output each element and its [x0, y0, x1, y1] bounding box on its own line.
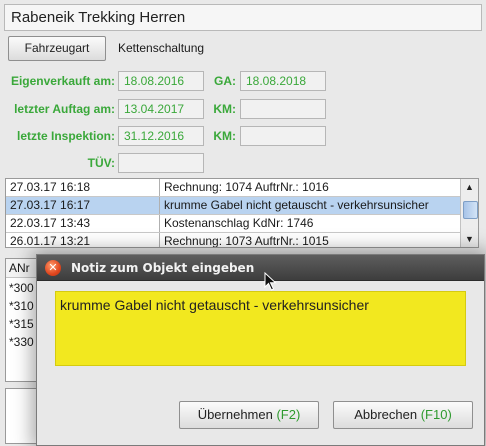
letzter-auftrag-field[interactable]: 13.04.2017 — [118, 99, 204, 119]
list-item-text: Rechnung: 1074 AuftrNr.: 1016 — [159, 179, 329, 196]
tuev-label: TÜV: — [87, 156, 115, 170]
uebernehmen-button[interactable]: Übernehmen (F2) — [179, 401, 319, 429]
note-dialog: ✕ Notiz zum Objekt eingeben krumme Gabel… — [36, 254, 485, 446]
uebernehmen-shortcut: (F2) — [276, 407, 301, 422]
scroll-thumb[interactable] — [463, 201, 478, 219]
table-row[interactable]: *310 — [9, 297, 34, 315]
ga-label: GA: — [214, 74, 236, 88]
uebernehmen-label: Übernehmen — [197, 407, 273, 422]
list-item-date: 27.03.17 16:18 — [10, 180, 91, 194]
letzte-inspektion-label: letzte Inspektion: — [16, 129, 115, 143]
list-item[interactable]: 26.01.17 13:21 Rechnung: 1073 AuftrNr.: … — [6, 233, 460, 248]
note-textarea[interactable]: krumme Gabel nicht getauscht - verkehrsu… — [55, 291, 466, 366]
eigenverkauft-field[interactable]: 18.08.2016 — [118, 71, 204, 91]
title-field[interactable]: Rabeneik Trekking Herren — [4, 4, 482, 31]
abbrechen-button[interactable]: Abbrechen (F10) — [333, 401, 473, 429]
table-row[interactable]: *300 — [9, 279, 34, 297]
tuev-field[interactable] — [118, 153, 204, 173]
list-item[interactable]: 22.03.17 13:43 Kostenanschlag KdNr: 1746 — [6, 215, 460, 232]
eigenverkauft-label: Eigenverkauft am: — [10, 74, 115, 88]
scroll-down-icon[interactable]: ▼ — [462, 232, 477, 246]
dialog-title: Notiz zum Objekt eingeben — [71, 261, 255, 275]
list-item-date: 22.03.17 13:43 — [10, 216, 91, 230]
list-item-date: 26.01.17 13:21 — [10, 234, 91, 248]
letzte-inspektion-field[interactable]: 31.12.2016 — [118, 126, 204, 146]
list-item[interactable]: 27.03.17 16:18 Rechnung: 1074 AuftrNr.: … — [6, 179, 460, 196]
fahrzeugart-value: Kettenschaltung — [118, 41, 205, 55]
table-row[interactable]: *315 — [9, 315, 34, 333]
table-row[interactable]: *330 — [9, 333, 34, 351]
fahrzeugart-button[interactable]: Fahrzeugart — [8, 36, 106, 61]
ga-field[interactable]: 18.08.2018 — [240, 71, 326, 91]
list-item-selected[interactable]: 27.03.17 16:17 krumme Gabel nicht getaus… — [6, 197, 460, 214]
list-item-text: krumme Gabel nicht getauscht - verkehrsu… — [159, 197, 429, 214]
km-field-2[interactable] — [240, 126, 326, 146]
km-field-1[interactable] — [240, 99, 326, 119]
letzter-auftrag-label: letzter Auftag am: — [14, 102, 115, 116]
list-item-date: 27.03.17 16:17 — [10, 198, 91, 212]
km-label-1: KM: — [213, 102, 236, 116]
history-scrollbar[interactable]: ▲ ▼ — [460, 179, 478, 247]
km-label-2: KM: — [213, 129, 236, 143]
list-item-text: Kostenanschlag KdNr: 1746 — [159, 215, 313, 232]
history-list[interactable]: 27.03.17 16:18 Rechnung: 1074 AuftrNr.: … — [5, 178, 479, 248]
dialog-titlebar[interactable]: ✕ Notiz zum Objekt eingeben — [37, 255, 484, 281]
abbrechen-shortcut: (F10) — [420, 407, 452, 422]
abbrechen-label: Abbrechen — [354, 407, 418, 422]
mouse-cursor-icon — [264, 272, 277, 291]
close-icon[interactable]: ✕ — [45, 260, 61, 276]
list-item-text: Rechnung: 1073 AuftrNr.: 1015 — [159, 233, 329, 247]
scroll-up-icon[interactable]: ▲ — [462, 180, 477, 194]
